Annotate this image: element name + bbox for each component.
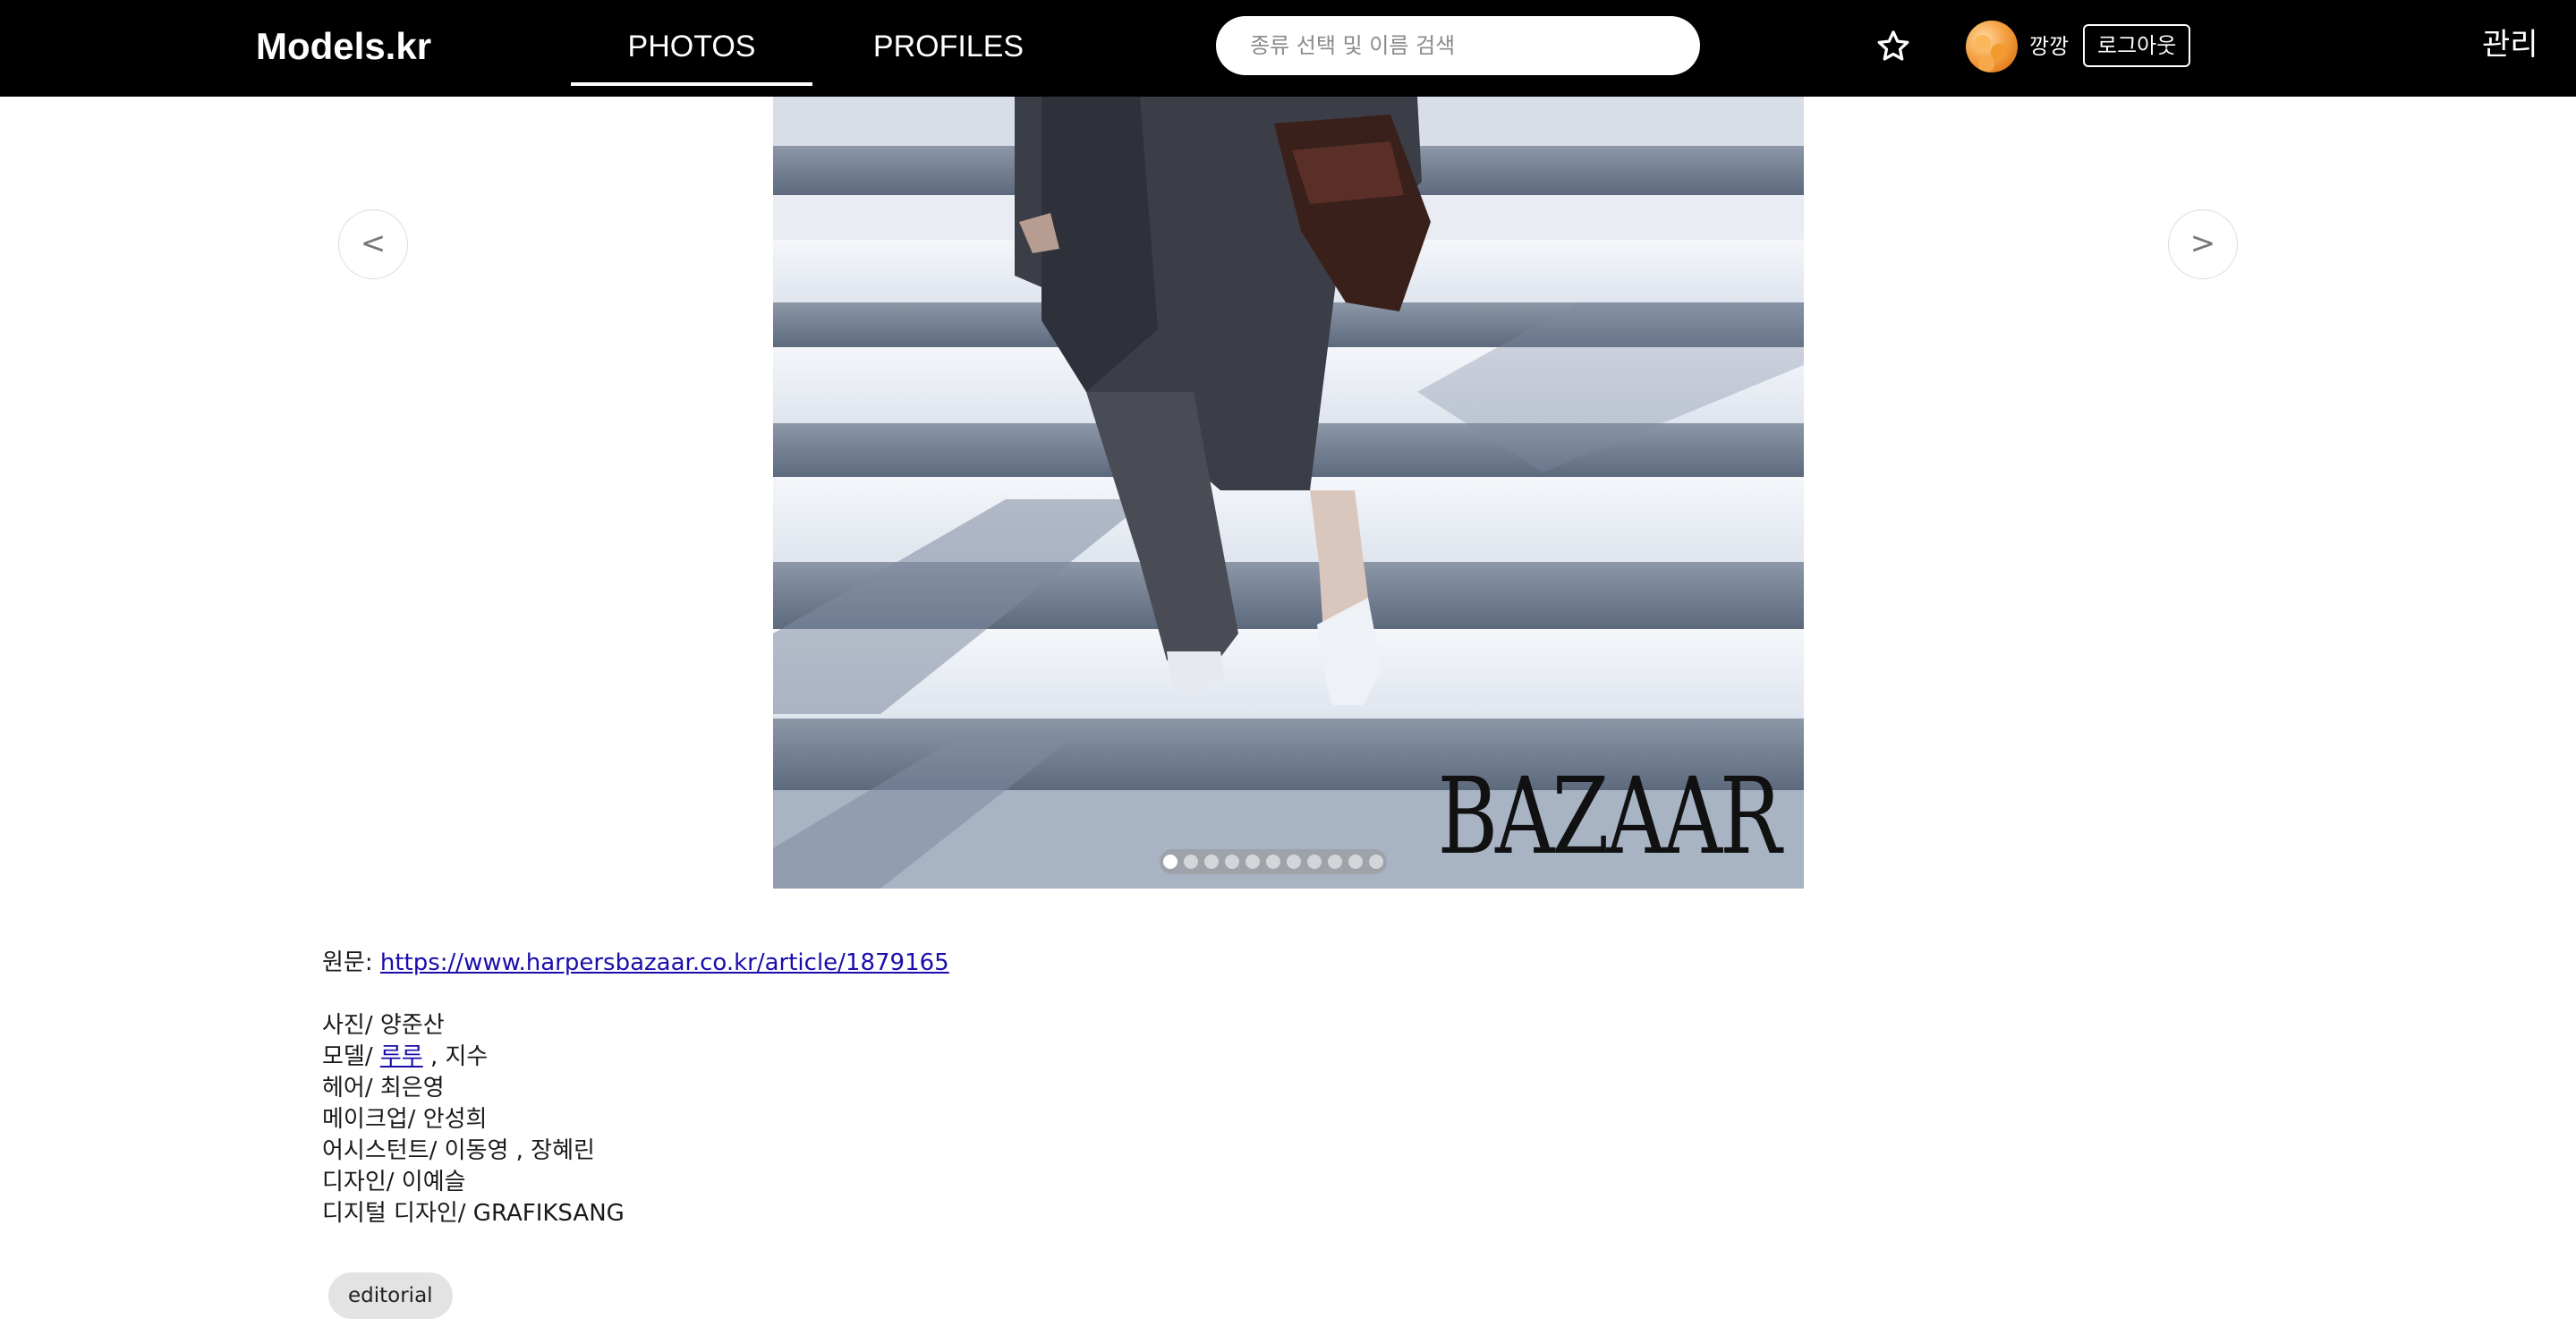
username: 깡깡	[2029, 34, 2070, 59]
carousel-photo: BAZAAR	[773, 97, 1804, 889]
credit-hair: 헤어/ 최은영	[322, 1075, 445, 1102]
carousel-dot[interactable]	[1369, 855, 1383, 869]
tab-profiles[interactable]: PROFILES	[859, 21, 1038, 72]
admin-link[interactable]: 관리	[2482, 22, 2538, 67]
carousel-dot[interactable]	[1266, 855, 1280, 869]
post-caption: 원문: https://www.harpersbazaar.co.kr/arti…	[322, 948, 949, 1229]
star-icon[interactable]	[1874, 27, 1913, 66]
top-nav-bar: Models.kr PHOTOS PROFILES 깡깡 로그아웃 관리	[0, 0, 2576, 97]
carousel-pagination	[1160, 849, 1387, 874]
carousel-prev-button[interactable]: <	[338, 209, 408, 279]
carousel-dot[interactable]	[1328, 855, 1342, 869]
source-link[interactable]: https://www.harpersbazaar.co.kr/article/…	[380, 949, 949, 976]
logout-button[interactable]: 로그아웃	[2083, 24, 2191, 67]
avatar[interactable]	[1966, 21, 2018, 72]
credit-assistant: 어시스턴트/ 이동영 , 장혜린	[322, 1137, 595, 1164]
brand-watermark: BAZAAR	[1437, 754, 1781, 878]
tag-chip[interactable]: editorial	[328, 1272, 453, 1319]
carousel-dot[interactable]	[1307, 855, 1322, 869]
carousel-dot[interactable]	[1204, 855, 1219, 869]
credit-makeup: 메이크업/ 안성희	[322, 1106, 488, 1133]
site-logo[interactable]: Models.kr	[256, 21, 431, 72]
credit-model-prefix: 모델/	[322, 1043, 373, 1070]
model-link[interactable]: 루루	[380, 1043, 423, 1070]
search-input[interactable]	[1216, 16, 1700, 75]
source-label: 원문:	[322, 949, 373, 976]
carousel-dot[interactable]	[1287, 855, 1301, 869]
carousel-dot[interactable]	[1163, 855, 1177, 869]
credit-design: 디자인/ 이예슬	[322, 1169, 466, 1195]
carousel-dot[interactable]	[1225, 855, 1239, 869]
credit-model-rest: , 지수	[429, 1043, 489, 1070]
carousel-next-button[interactable]: >	[2168, 209, 2238, 279]
source-line: 원문: https://www.harpersbazaar.co.kr/arti…	[322, 948, 949, 979]
credit-photo: 사진/ 양준산	[322, 1012, 445, 1039]
credit-digital-design: 디지털 디자인/ GRAFIKSANG	[322, 1200, 625, 1227]
tab-photos[interactable]: PHOTOS	[571, 21, 812, 86]
carousel-dot[interactable]	[1245, 855, 1260, 869]
credit-model: 모델/ 루루 , 지수	[322, 1042, 949, 1073]
carousel-dot[interactable]	[1184, 855, 1198, 869]
carousel-dot[interactable]	[1348, 855, 1363, 869]
